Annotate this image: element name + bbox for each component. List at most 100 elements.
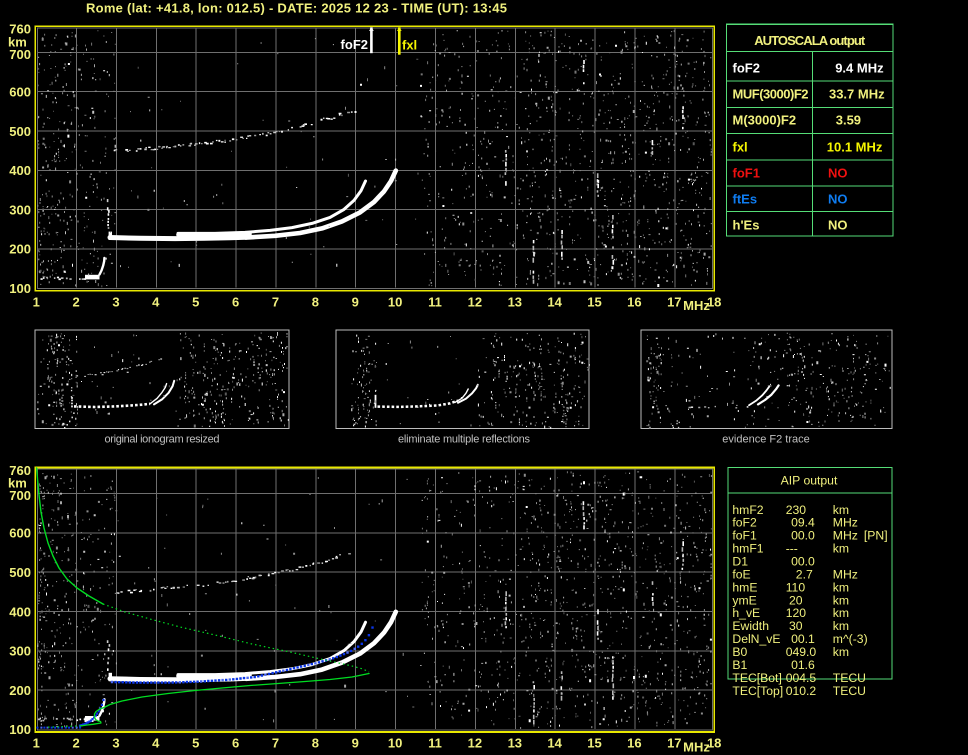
svg-text:foF2: foF2	[341, 37, 368, 52]
svg-text:00.0: 00.0	[791, 529, 815, 543]
svg-text:2: 2	[72, 736, 79, 751]
svg-text:9.4 MHz: 9.4 MHz	[835, 61, 884, 76]
svg-text:700: 700	[9, 488, 31, 503]
svg-text:17: 17	[667, 736, 681, 751]
svg-text:foF1: foF1	[733, 165, 760, 180]
svg-text:hmF2: hmF2	[732, 503, 763, 517]
svg-text:ftEs: ftEs	[733, 191, 758, 206]
svg-text:17: 17	[667, 294, 681, 309]
svg-text:200: 200	[9, 683, 31, 698]
svg-text:230: 230	[786, 503, 807, 517]
svg-text:4: 4	[152, 736, 160, 751]
svg-text:10: 10	[388, 736, 402, 751]
svg-text:16: 16	[627, 294, 641, 309]
svg-text:7: 7	[272, 294, 279, 309]
svg-text:ymE: ymE	[732, 593, 756, 607]
svg-text:9: 9	[352, 294, 359, 309]
svg-text:600: 600	[9, 526, 31, 541]
svg-text:MHz: MHz	[833, 568, 858, 582]
svg-text:km: km	[833, 503, 849, 517]
svg-text:original ionogram resized: original ionogram resized	[105, 434, 220, 446]
svg-text:foF2: foF2	[733, 61, 760, 76]
svg-text:MHz: MHz	[683, 739, 710, 754]
svg-text:15: 15	[587, 294, 601, 309]
svg-text:10.1 MHz: 10.1 MHz	[827, 139, 883, 154]
svg-text:09.4: 09.4	[791, 516, 815, 530]
svg-text:B1: B1	[732, 658, 747, 672]
svg-text:MHz: MHz	[833, 516, 858, 530]
svg-text:5: 5	[192, 736, 199, 751]
svg-text:MHz: MHz	[833, 529, 858, 543]
svg-text:3: 3	[112, 294, 119, 309]
svg-text:hmF1: hmF1	[732, 542, 763, 556]
svg-text:7: 7	[272, 736, 279, 751]
svg-text:10: 10	[388, 294, 402, 309]
svg-text:500: 500	[9, 124, 31, 139]
svg-text:km: km	[833, 619, 849, 633]
svg-text:3.59: 3.59	[836, 113, 861, 128]
svg-text:km: km	[833, 606, 849, 620]
svg-text:foE: foE	[732, 568, 750, 582]
svg-text:100: 100	[9, 281, 31, 296]
svg-text:12: 12	[468, 294, 482, 309]
svg-text:[PN]: [PN]	[864, 529, 888, 543]
svg-text:110: 110	[786, 580, 806, 594]
svg-text:8: 8	[312, 294, 319, 309]
svg-text:6: 6	[232, 736, 239, 751]
svg-text:D1: D1	[732, 555, 748, 569]
svg-text:9: 9	[352, 736, 359, 751]
svg-text:evidence F2 trace: evidence F2 trace	[722, 434, 809, 446]
svg-text:120: 120	[786, 606, 807, 620]
svg-text:700: 700	[9, 47, 31, 62]
svg-text:5: 5	[192, 294, 199, 309]
svg-text:NO: NO	[828, 217, 848, 232]
svg-text:Rome (lat: +41.8, lon: 012.5): Rome (lat: +41.8, lon: 012.5) - DATE: 20…	[86, 1, 507, 16]
svg-text:fxl: fxl	[733, 139, 748, 154]
svg-text:hmE: hmE	[732, 580, 757, 594]
svg-text:km: km	[833, 580, 849, 594]
svg-text:13: 13	[508, 736, 522, 751]
svg-text:01.6: 01.6	[791, 658, 815, 672]
svg-text:3: 3	[112, 736, 119, 751]
svg-text:15: 15	[587, 736, 601, 751]
svg-text:NO: NO	[828, 191, 848, 206]
svg-text:km: km	[833, 593, 849, 607]
svg-text:---: ---	[786, 542, 798, 556]
svg-text:010.2: 010.2	[786, 684, 817, 698]
svg-text:200: 200	[9, 242, 31, 257]
svg-text:TEC[Top]: TEC[Top]	[732, 684, 783, 698]
svg-text:16: 16	[627, 736, 641, 751]
svg-text:600: 600	[9, 85, 31, 100]
svg-text:AUTOSCALA output: AUTOSCALA output	[754, 33, 866, 48]
svg-text:km: km	[833, 542, 849, 556]
svg-text:B0: B0	[732, 645, 747, 659]
svg-text:MUF(3000)F2: MUF(3000)F2	[733, 86, 809, 101]
svg-text:500: 500	[9, 565, 31, 580]
svg-text:14: 14	[547, 294, 562, 309]
svg-text:foF1: foF1	[732, 529, 757, 543]
svg-text:eliminate multiple reflections: eliminate multiple reflections	[398, 434, 531, 446]
svg-text:004.5: 004.5	[786, 671, 817, 685]
svg-text:33.7 MHz: 33.7 MHz	[829, 86, 885, 101]
svg-text:8: 8	[312, 736, 319, 751]
svg-text:foF2: foF2	[732, 516, 757, 530]
svg-text:TECU: TECU	[833, 684, 866, 698]
svg-text:4: 4	[152, 294, 160, 309]
svg-text:TECU: TECU	[833, 671, 866, 685]
svg-text:400: 400	[9, 604, 31, 619]
svg-text:Ewidth: Ewidth	[732, 619, 769, 633]
svg-text:00.0: 00.0	[791, 555, 815, 569]
svg-text:300: 300	[9, 202, 31, 217]
svg-text:h_vE: h_vE	[732, 606, 760, 620]
svg-text:11: 11	[428, 736, 442, 751]
svg-text:h'Es: h'Es	[733, 217, 760, 232]
svg-text:300: 300	[9, 644, 31, 659]
svg-text:2: 2	[72, 294, 79, 309]
svg-text:20: 20	[789, 593, 803, 607]
svg-text:M(3000)F2: M(3000)F2	[733, 113, 797, 128]
svg-text:400: 400	[9, 163, 31, 178]
svg-text:fxl: fxl	[402, 38, 417, 53]
svg-text:TEC[Bot]: TEC[Bot]	[732, 671, 781, 685]
svg-text:km: km	[833, 645, 849, 659]
svg-text:049.0: 049.0	[786, 645, 817, 659]
